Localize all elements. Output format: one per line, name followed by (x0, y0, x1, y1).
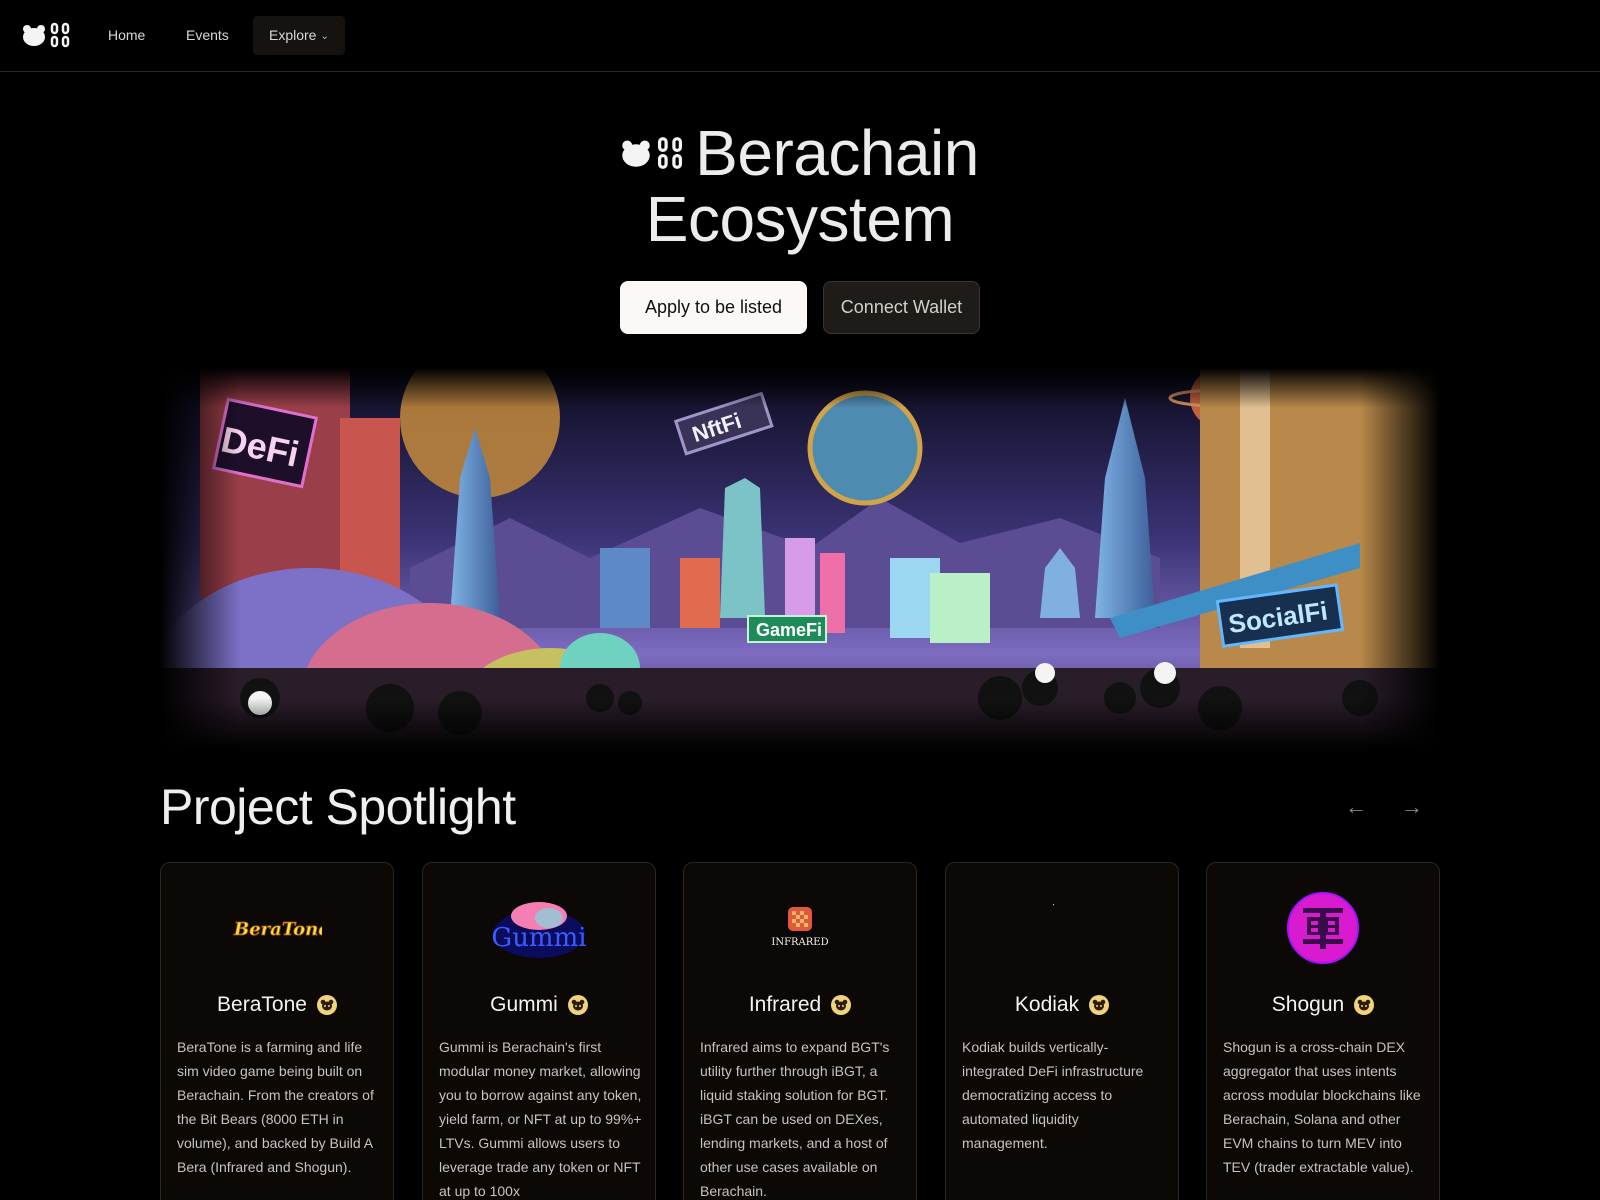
shogun-logo (1207, 889, 1439, 967)
card-title-text: BeraTone (217, 993, 307, 1016)
bera-chain-logo-icon[interactable] (22, 22, 70, 48)
card-title: Kodiak (946, 993, 1178, 1017)
card-description: Infrared aims to expand BGT's utility fu… (700, 1039, 890, 1199)
nav-explore[interactable]: Explore ⌄ (253, 16, 345, 55)
connect-wallet-button[interactable]: Connect Wallet (823, 281, 980, 334)
verified-bear-badge-icon (316, 995, 337, 1015)
card-title: Infrared (684, 993, 916, 1017)
card-title-text: Infrared (748, 993, 822, 1016)
arrow-right-icon[interactable]: → (1398, 794, 1426, 822)
card-description: Gummi is Berachain's first modular money… (439, 1039, 642, 1199)
ecosystem-banner-image: DeFi NftFi GameFi SocialFi (160, 368, 1440, 750)
nav-events[interactable]: Events (170, 16, 245, 55)
card-description: Shogun is a cross-chain DEX aggregator t… (1223, 1039, 1421, 1175)
hero-title-line2: Ecosystem (645, 183, 955, 255)
card-title-text: Shogun (1271, 993, 1345, 1016)
verified-bear-badge-icon (1089, 995, 1110, 1015)
gummi-logo: Gummi (423, 889, 655, 967)
project-card-gummi[interactable]: Gummi Gummi Gummi is Berachain's first m… (422, 862, 656, 1200)
card-description: BeraTone is a farming and life sim video… (177, 1039, 374, 1175)
apply-to-be-listed-button[interactable]: Apply to be listed (620, 281, 807, 334)
nav-home[interactable]: Home (92, 16, 161, 55)
project-card-kodiak[interactable]: Kodiak Kodiak builds vertically-integrat… (945, 862, 1179, 1200)
svg-text:BeraTone: BeraTone (233, 919, 322, 940)
beratone-logo: BeraTone (161, 889, 393, 967)
chevron-down-icon: ⌄ (320, 31, 329, 42)
project-card-shogun[interactable]: Shogun Shogun is a cross-chain DEX aggre… (1206, 862, 1440, 1200)
verified-bear-badge-icon (831, 995, 852, 1015)
top-nav: Home Events Explore ⌄ (0, 0, 1600, 72)
svg-text:INFRARED: INFRARED (771, 937, 828, 948)
card-title: Shogun (1207, 993, 1439, 1017)
infrared-logo: INFRARED (684, 889, 916, 967)
card-title: BeraTone (161, 993, 393, 1017)
hero-title-line1: Berachain (695, 117, 979, 189)
card-title-text: Kodiak (1014, 993, 1080, 1016)
arrow-left-icon[interactable]: ← (1342, 794, 1370, 822)
project-card-infrared[interactable]: INFRARED Infrared Infrared aims to expan… (683, 862, 917, 1200)
bera-chain-logo-icon (621, 136, 683, 170)
svg-text:Gummi: Gummi (491, 923, 586, 953)
kodiak-logo (946, 889, 1178, 967)
hero-title: Berachain Ecosystem (0, 120, 1600, 252)
nav-explore-label: Explore (269, 27, 317, 43)
project-card-beratone[interactable]: BeraTone BeraTone BeraTone is a farming … (160, 862, 394, 1200)
card-title-text: Gummi (490, 993, 558, 1016)
verified-bear-badge-icon (567, 995, 588, 1015)
gamefi-sign: GameFi (756, 620, 822, 640)
verified-bear-badge-icon (1354, 995, 1375, 1015)
card-title: Gummi (423, 993, 655, 1017)
project-spotlight-title: Project Spotlight (160, 779, 516, 835)
card-description: Kodiak builds vertically-integrated DeFi… (962, 1039, 1144, 1151)
